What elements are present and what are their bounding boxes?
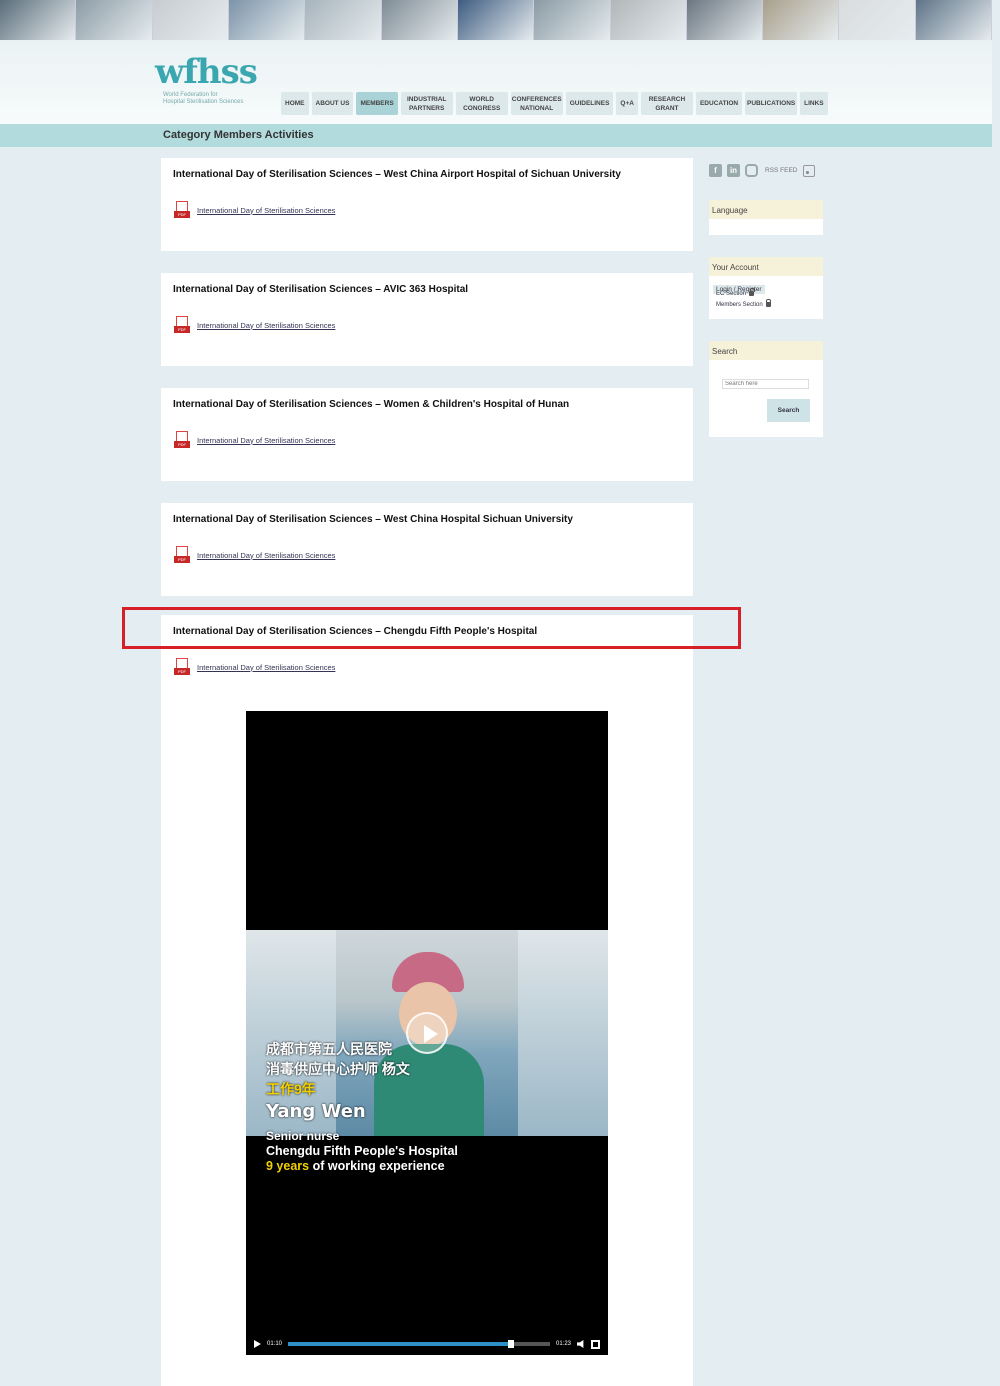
article-card: International Day of Sterilisation Scien… [161, 273, 693, 366]
search-widget: Search Search [709, 341, 823, 437]
article-title[interactable]: International Day of Sterilisation Scien… [173, 399, 569, 410]
progress-knob[interactable] [508, 1340, 515, 1348]
banner-photo [763, 0, 840, 40]
video-player[interactable]: 成都市第五人民医院 消毒供应中心护师 杨文 工作9年 Yang Wen Seni… [246, 711, 608, 1355]
nav-item-links[interactable]: LINKS [800, 92, 828, 115]
banner-photo [381, 0, 458, 40]
nav-item-about-us[interactable]: ABOUT US [311, 92, 354, 115]
social-links: f in RSS FEED [709, 164, 815, 177]
pdf-attachment[interactable]: PDF International Day of Sterilisation Sc… [174, 658, 335, 676]
banner-photo [610, 0, 687, 40]
logo-subtitle-1: World Federation for [163, 92, 218, 98]
pdf-icon: PDF [174, 316, 190, 334]
banner-photo [686, 0, 764, 40]
time-total: 01:23 [555, 1341, 571, 1347]
banner-photo [457, 0, 535, 40]
search-button[interactable]: Search [767, 399, 810, 422]
volume-icon[interactable] [577, 1340, 584, 1348]
lock-icon [749, 288, 755, 296]
rss-icon[interactable] [802, 164, 815, 177]
banner-photo [228, 0, 306, 40]
caption-en-role: Senior nurse [266, 1129, 340, 1143]
nav-item-q-a[interactable]: Q+A [616, 92, 638, 115]
pdf-link[interactable]: International Day of Sterilisation Scien… [197, 436, 335, 445]
banner-photo [839, 0, 916, 40]
pdf-link[interactable]: International Day of Sterilisation Scien… [197, 663, 335, 672]
banner-photo [534, 0, 611, 40]
caption-en-experience: 9 years of working experience [266, 1159, 445, 1173]
caption-name: Yang Wen [266, 1101, 366, 1122]
pdf-link[interactable]: International Day of Sterilisation Scien… [197, 551, 335, 560]
nav-item-education[interactable]: EDUCATION [695, 92, 743, 115]
article-card: International Day of Sterilisation Scien… [161, 158, 693, 251]
pdf-icon: PDF [174, 201, 190, 219]
article-title[interactable]: International Day of Sterilisation Scien… [173, 284, 468, 295]
caption-cn-role: 消毒供应中心护师 杨文 [266, 1061, 410, 1077]
instagram-icon[interactable] [745, 164, 758, 177]
caption-cn-hospital: 成都市第五人民医院 [266, 1041, 392, 1057]
site-header: wfhss World Federation for Hospital Ster… [0, 40, 992, 124]
article-title[interactable]: International Day of Sterilisation Scien… [173, 169, 621, 180]
wfhss-logo[interactable]: wfhss World Federation for Hospital Ster… [155, 52, 258, 118]
top-photo-banner [0, 0, 992, 40]
nav-item-industrial-partners[interactable]: INDUSTRIAL PARTNERS [400, 92, 453, 115]
logo-mark: wfhss [155, 52, 258, 92]
pdf-link[interactable]: International Day of Sterilisation Scien… [197, 206, 335, 215]
ec-section-link[interactable]: EC Section [716, 288, 823, 299]
pdf-icon: PDF [174, 431, 190, 449]
pdf-attachment[interactable]: PDF International Day of Sterilisation Sc… [174, 431, 335, 449]
nav-item-conferences-national[interactable]: CONFERENCES NATIONAL [510, 92, 563, 115]
banner-photo [305, 0, 382, 40]
article-title[interactable]: International Day of Sterilisation Scien… [173, 514, 573, 525]
play-icon[interactable] [406, 1012, 448, 1054]
rss-feed-label[interactable]: RSS FEED [765, 167, 798, 174]
nav-item-world-congress[interactable]: WORLD CONGRESS [455, 92, 508, 115]
caption-en-hospital: Chengdu Fifth People's Hospital [266, 1144, 458, 1158]
nav-item-publications[interactable]: PUBLICATIONS [745, 92, 798, 115]
banner-photo [0, 0, 77, 40]
members-section-link[interactable]: Members Section [716, 299, 823, 310]
nav-item-research-grant[interactable]: RESEARCH GRANT [640, 92, 693, 115]
banner-photo [915, 0, 992, 40]
video-frame: 成都市第五人民医院 消毒供应中心护师 杨文 工作9年 Yang Wen [246, 930, 608, 1136]
category-title: Category Members Activities [163, 129, 314, 141]
progress-bar[interactable] [288, 1340, 550, 1348]
account-title: Your Account [709, 257, 823, 276]
pdf-attachment[interactable]: PDF International Day of Sterilisation Sc… [174, 201, 335, 219]
progress-fill [288, 1342, 511, 1346]
search-title: Search [709, 341, 823, 360]
logo-subtitle-2: Hospital Sterilisation Sciences [163, 99, 244, 105]
play-control-icon[interactable] [254, 1340, 261, 1348]
highlight-box [122, 607, 741, 649]
video-controls: 01:10 01:23 [246, 1335, 608, 1353]
search-input[interactable] [722, 379, 809, 389]
pdf-link[interactable]: International Day of Sterilisation Scien… [197, 321, 335, 330]
pdf-attachment[interactable]: PDF International Day of Sterilisation Sc… [174, 316, 335, 334]
nav-item-members[interactable]: MEMBERS [356, 92, 398, 115]
pdf-icon: PDF [174, 658, 190, 676]
pdf-icon: PDF [174, 546, 190, 564]
banner-photo [76, 0, 153, 40]
main-nav: HOME ABOUT US MEMBERS INDUSTRIAL PARTNERS WO… [281, 92, 828, 115]
banner-photo [152, 0, 229, 40]
account-widget: Your Account Login / Register EC Section… [709, 257, 823, 319]
category-bar: Category Members Activities [0, 124, 992, 147]
nav-item-home[interactable]: HOME [281, 92, 309, 115]
nav-item-guidelines[interactable]: GUIDELINES [565, 92, 614, 115]
facebook-icon[interactable]: f [709, 164, 722, 177]
linkedin-icon[interactable]: in [727, 164, 740, 177]
language-title: Language [709, 200, 823, 219]
article-card: International Day of Sterilisation Scien… [161, 503, 693, 596]
lock-icon [765, 299, 772, 307]
fullscreen-icon[interactable] [591, 1339, 600, 1349]
time-current: 01:10 [267, 1341, 283, 1347]
caption-cn-years: 工作9年 [266, 1081, 316, 1097]
pdf-attachment[interactable]: PDF International Day of Sterilisation Sc… [174, 546, 335, 564]
language-widget: Language [709, 200, 823, 235]
article-card: International Day of Sterilisation Scien… [161, 388, 693, 481]
